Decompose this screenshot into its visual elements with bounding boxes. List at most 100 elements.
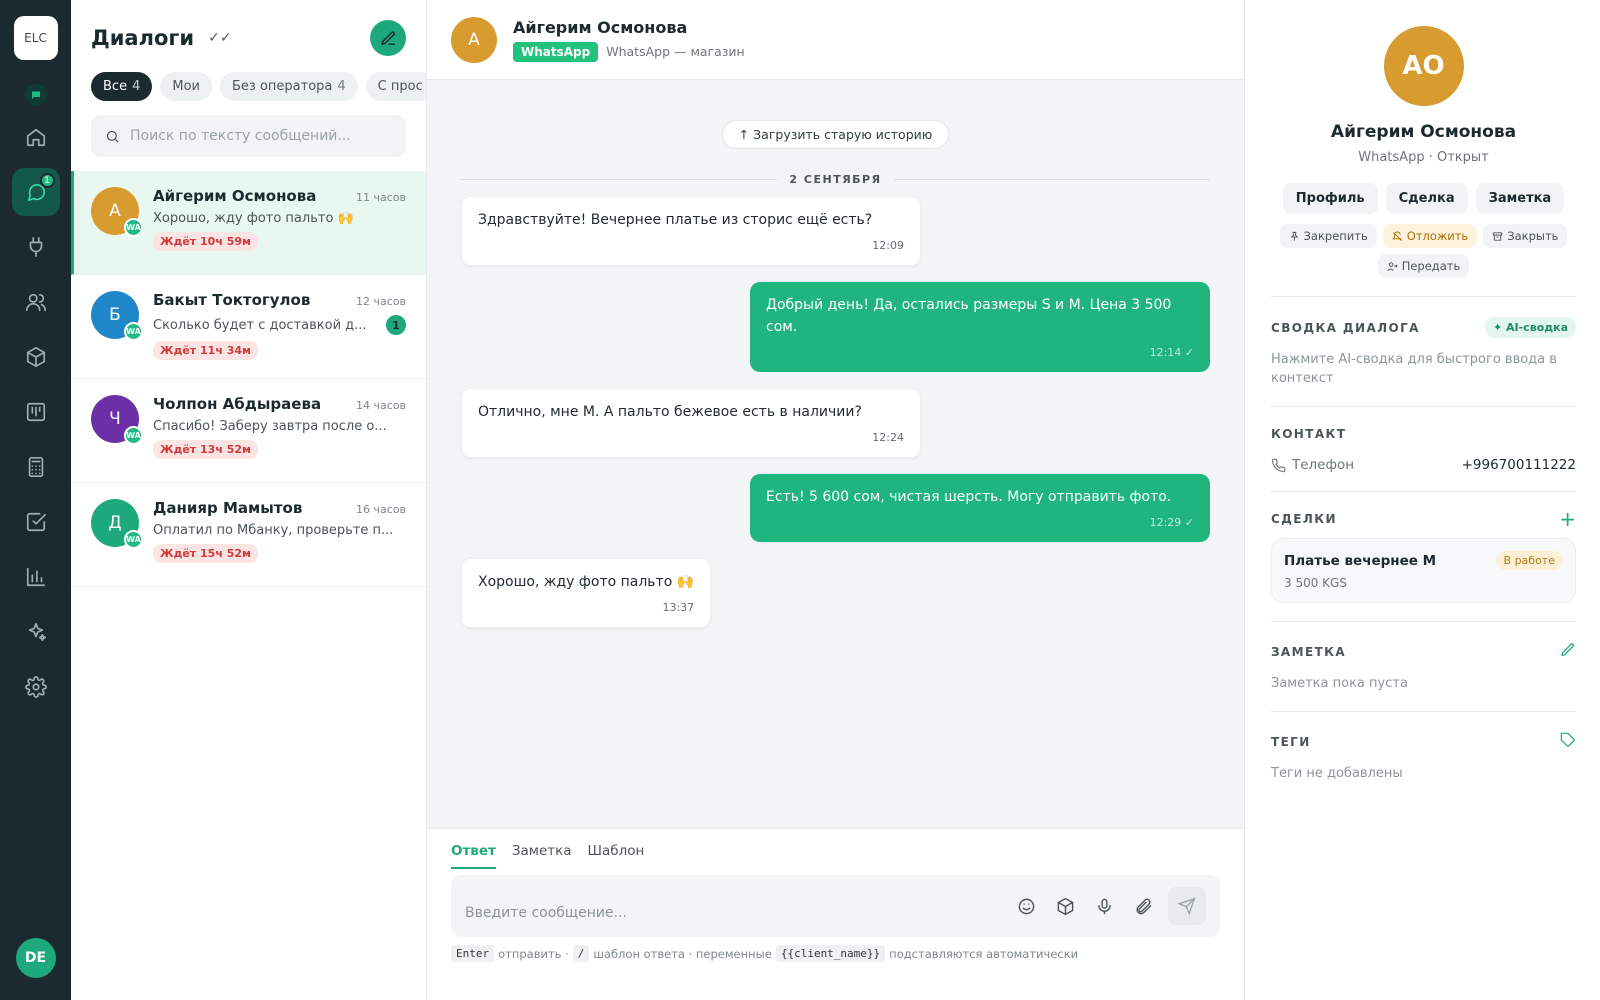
- chat-icon[interactable]: 1: [11, 168, 60, 216]
- analytics-icon[interactable]: [12, 553, 60, 601]
- sparkles-icon[interactable]: [12, 608, 60, 656]
- date-label: 2 СЕНТЯБРЯ: [789, 173, 882, 186]
- wait-badge: Ждёт 11ч 34м: [153, 341, 259, 360]
- dialog-filters: Все 4 Мои Без оператора 4 С прос: [71, 56, 426, 101]
- conversation-item[interactable]: А WA Айгерим Осмонова 11 часов Хорошо, жду…: [71, 171, 426, 275]
- filter-count: 4: [132, 79, 141, 94]
- deal-card[interactable]: Платье вечернее M В работе 3 500 KGS: [1271, 538, 1576, 603]
- microphone-icon[interactable]: [1093, 895, 1115, 917]
- compose-button[interactable]: [370, 20, 406, 56]
- message-text: Хорошо, жду фото пальто 🙌: [478, 574, 695, 590]
- tab-reply[interactable]: Ответ: [451, 843, 496, 869]
- ai-summary-button[interactable]: ✦ AI-сводка: [1484, 317, 1576, 338]
- snooze-button[interactable]: Отложить: [1382, 224, 1478, 248]
- hint-text: отправить ·: [498, 946, 569, 961]
- product-box-icon[interactable]: [1054, 895, 1076, 917]
- task-check-icon[interactable]: [12, 498, 60, 546]
- profile-button[interactable]: Профиль: [1282, 183, 1378, 214]
- unread-count-badge: 1: [386, 315, 406, 335]
- edit-note-icon[interactable]: [1560, 642, 1576, 662]
- kanban-icon[interactable]: [12, 388, 60, 436]
- message-time: 13:37: [662, 601, 695, 614]
- filter-mine[interactable]: Мои: [160, 72, 212, 101]
- dialogs-panel: Диалоги ✓✓ Все 4 Мои Без оператора 4 С про…: [71, 0, 427, 1000]
- date-separator: 2 СЕНТЯБРЯ: [461, 173, 1211, 186]
- chat-contact-name: Айгерим Осмонова: [513, 17, 688, 37]
- pin-button[interactable]: Закрепить: [1279, 224, 1377, 248]
- profile-avatar: АО: [1383, 26, 1464, 106]
- summary-title: СВОДКА ДИАЛОГА: [1271, 320, 1420, 335]
- double-check-icon[interactable]: ✓✓: [208, 30, 231, 46]
- plug-icon[interactable]: [12, 223, 60, 271]
- archive-icon: [1493, 231, 1503, 241]
- chat-panel: А Айгерим Осмонова WhatsApp WhatsApp — м…: [427, 0, 1245, 1000]
- hint-key-enter: Enter: [451, 945, 495, 962]
- composer-hint: Enter отправить · / шаблон ответа · пере…: [451, 945, 1220, 962]
- profile-name: Айгерим Осмонова: [1330, 122, 1517, 142]
- message-time: 12:09: [872, 239, 904, 252]
- contact-avatar: Д WA: [91, 499, 143, 549]
- tags-section: ТЕГИ Теги не добавлены: [1271, 711, 1576, 801]
- conversation-preview: Хорошо, жду фото пальто 🙌: [153, 211, 354, 226]
- summary-section: СВОДКА ДИАЛОГА ✦ AI-сводка Нажмите AI-сво…: [1271, 296, 1576, 406]
- message-input[interactable]: [465, 905, 998, 921]
- profile-actions: Закрепить Отложить Закрыть Передать: [1271, 224, 1576, 278]
- whatsapp-icon: WA: [124, 218, 143, 237]
- chat-contact-avatar[interactable]: А: [451, 16, 497, 63]
- chat-unread-badge: 1: [39, 173, 55, 188]
- conversation-item[interactable]: Б WA Бакыт Токтогулов 12 часов Сколько буд…: [71, 275, 426, 379]
- filter-all[interactable]: Все 4: [91, 72, 153, 101]
- conversation-body: Чолпон Абдыраева 14 часов Спасибо! Заберу…: [153, 395, 406, 466]
- tags-text: Теги не добавлены: [1271, 766, 1403, 781]
- composer-box: [451, 875, 1220, 937]
- conversation-name: Бакыт Токтогулов: [153, 291, 311, 309]
- phone-icon: [1271, 458, 1286, 472]
- dialogs-title: Диалоги: [91, 26, 195, 50]
- chat-contact-info: Айгерим Осмонова WhatsApp WhatsApp — маг…: [513, 18, 745, 62]
- conversation-item[interactable]: Ч WA Чолпон Абдыраева 14 часов Спасибо! За…: [71, 379, 426, 483]
- send-button[interactable]: [1168, 887, 1206, 925]
- user-avatar[interactable]: DE: [15, 938, 56, 978]
- load-history-button[interactable]: ↑ Загрузить старую историю: [721, 120, 950, 149]
- conversation-preview: Сколько будет с доставкой д...: [153, 317, 367, 333]
- add-deal-button[interactable]: +: [1559, 509, 1576, 529]
- box-icon[interactable]: [12, 333, 60, 381]
- message-text: Есть! 5 600 сом, чистая шерсть. Могу отп…: [766, 489, 1172, 505]
- paperclip-icon[interactable]: [1132, 895, 1154, 917]
- calculator-icon[interactable]: [12, 443, 60, 491]
- filter-no-operator[interactable]: Без оператора 4: [219, 72, 358, 101]
- emoji-icon[interactable]: [1015, 895, 1037, 917]
- hint-text: шаблон ответа · переменные: [593, 946, 772, 961]
- close-dialog-button[interactable]: Закрыть: [1483, 224, 1568, 248]
- tab-template[interactable]: Шаблон: [588, 843, 645, 869]
- filter-label: Без оператора: [231, 79, 333, 94]
- message-bubble: Хорошо, жду фото пальто 🙌 13:37: [461, 558, 712, 628]
- composer-tabs: Ответ Заметка Шаблон: [451, 843, 1220, 869]
- note-button[interactable]: Заметка: [1475, 183, 1565, 214]
- chat-header: А Айгерим Осмонова WhatsApp WhatsApp — м…: [427, 0, 1244, 80]
- filter-overdue[interactable]: С прос: [365, 72, 426, 101]
- users-icon[interactable]: [12, 278, 60, 326]
- avatar-initial: Ч: [109, 409, 121, 429]
- tag-icon[interactable]: [1560, 732, 1576, 752]
- deal-button[interactable]: Сделка: [1385, 183, 1468, 214]
- search-input[interactable]: [130, 128, 370, 144]
- message-time: 12:24: [872, 431, 904, 444]
- settings-gear-icon[interactable]: [12, 663, 60, 711]
- filter-label: Мои: [172, 79, 200, 94]
- summary-text: Нажмите AI-сводка для быстрого ввода в к…: [1271, 352, 1557, 386]
- brand-logo[interactable]: ELC: [13, 16, 58, 60]
- search-icon: [106, 130, 119, 143]
- conversation-item[interactable]: Д WA Данияр Мамытов 16 часов Оплатил по Мб…: [71, 483, 426, 587]
- contact-title: КОНТАКТ: [1271, 427, 1347, 441]
- chat-status-icon[interactable]: [24, 84, 47, 106]
- phone-value[interactable]: +996700111222: [1462, 457, 1576, 473]
- conversation-name: Данияр Мамытов: [153, 499, 303, 517]
- tab-note[interactable]: Заметка: [512, 843, 572, 869]
- deals-section: СДЕЛКИ + Платье вечернее M В работе 3 500 …: [1271, 491, 1576, 621]
- note-section: ЗАМЕТКА Заметка пока пуста: [1271, 621, 1576, 711]
- bell-off-icon: [1391, 231, 1402, 241]
- transfer-button[interactable]: Передать: [1377, 254, 1470, 278]
- home-icon[interactable]: [12, 113, 60, 161]
- message-bubble: Здравствуйте! Вечернее платье из сторис …: [461, 196, 921, 266]
